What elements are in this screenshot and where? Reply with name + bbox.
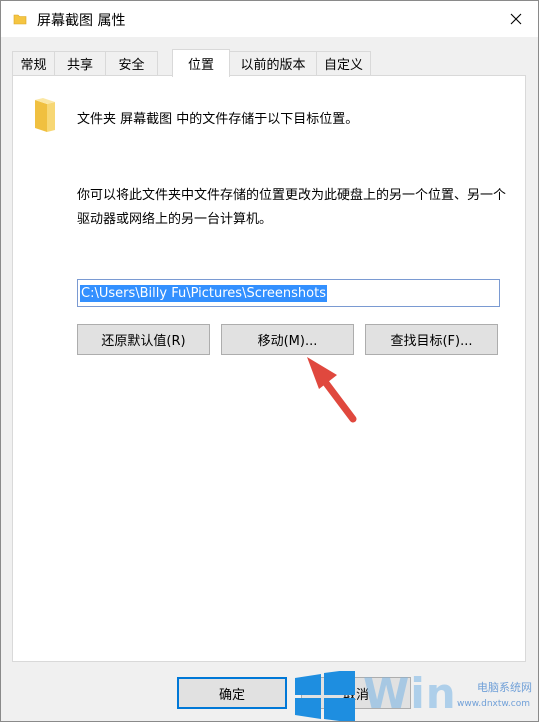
ok-button[interactable]: 确定 [177, 677, 287, 709]
annotation-arrow-icon [293, 345, 363, 429]
tab-security[interactable]: 安全 [105, 51, 158, 75]
tab-sharing[interactable]: 共享 [54, 51, 106, 75]
tab-previous-versions[interactable]: 以前的版本 [229, 51, 317, 75]
cancel-button[interactable]: 取消 [301, 677, 411, 709]
properties-dialog: 屏幕截图 属性 常规 共享 安全 位置 以前的版本 自定义 文件夹 屏幕截图 中… [0, 0, 539, 722]
tab-strip: 常规 共享 安全 位置 以前的版本 自定义 [12, 49, 532, 77]
tab-location[interactable]: 位置 [172, 49, 230, 77]
close-icon [510, 13, 522, 25]
find-target-button[interactable]: 查找目标(F)... [365, 324, 498, 355]
title-bar: 屏幕截图 属性 [1, 1, 538, 37]
window-title: 屏幕截图 属性 [37, 13, 126, 29]
location-path-value: C:\Users\Billy Fu\Pictures\Screenshots [80, 284, 327, 302]
location-path-input[interactable]: C:\Users\Billy Fu\Pictures\Screenshots [77, 279, 500, 307]
location-panel: 文件夹 屏幕截图 中的文件存储于以下目标位置。 你可以将此文件夹中文件存储的位置… [12, 75, 526, 662]
tab-customize[interactable]: 自定义 [316, 51, 371, 75]
folder-icon [13, 12, 27, 30]
folder-icon [33, 98, 57, 138]
watermark-site: 电脑系统网 [477, 681, 532, 694]
watermark-url: www.dnxtw.com [456, 699, 530, 709]
close-button[interactable] [494, 1, 538, 37]
restore-default-button[interactable]: 还原默认值(R) [77, 324, 210, 355]
tab-general[interactable]: 常规 [12, 51, 55, 75]
location-info-text: 文件夹 屏幕截图 中的文件存储于以下目标位置。 [77, 112, 359, 127]
location-description: 你可以将此文件夹中文件存储的位置更改为此硬盘上的另一个位置、另一个驱动器或网络上… [77, 188, 507, 227]
